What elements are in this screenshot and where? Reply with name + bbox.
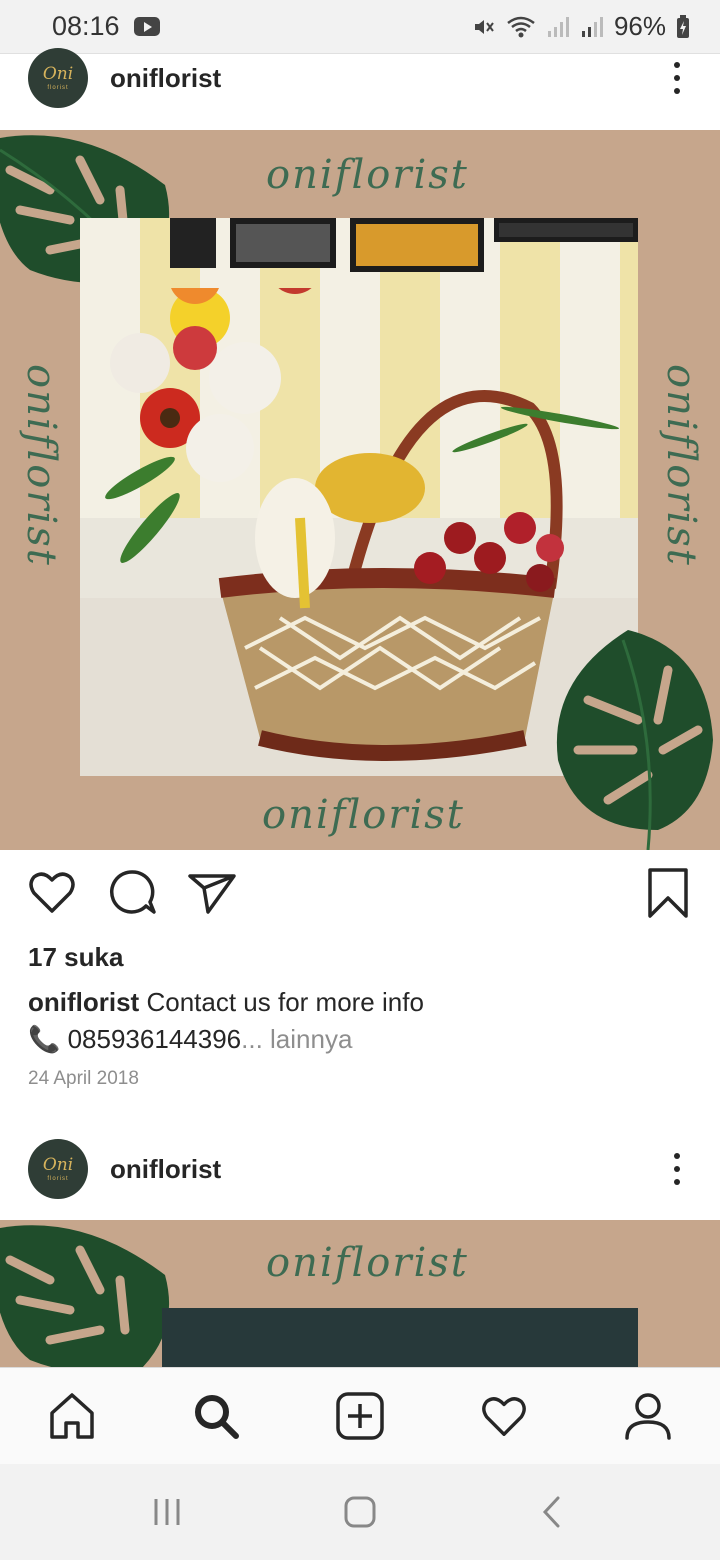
brand-watermark-top: oniflorist: [266, 1240, 469, 1286]
add-post-icon[interactable]: [330, 1386, 390, 1446]
send-icon[interactable]: [186, 866, 238, 918]
wifi-icon: [507, 16, 535, 37]
brand-watermark-top: oniflorist: [266, 152, 469, 198]
home-system-icon[interactable]: [343, 1495, 377, 1529]
post-header: Oni florist oniflorist: [0, 40, 720, 116]
status-time: 08:16: [52, 11, 120, 41]
profile-icon[interactable]: [618, 1386, 678, 1446]
caption-text: Contact us for more info: [146, 987, 424, 1017]
brand-watermark-left: oniflorist: [18, 364, 64, 567]
signal-icon-1: [547, 16, 569, 37]
caption-phone: 📞 085936144396: [28, 1024, 242, 1054]
brand-watermark-bottom: oniflorist: [262, 792, 465, 838]
more-vertical-icon[interactable]: [662, 1149, 692, 1189]
activity-heart-icon[interactable]: [474, 1386, 534, 1446]
bottom-nav: [0, 1367, 720, 1464]
bookmark-icon[interactable]: [644, 866, 692, 920]
post-date: 24 April 2018: [28, 1068, 139, 1089]
youtube-notification-icon: [133, 17, 160, 36]
recent-apps-icon[interactable]: [150, 1495, 184, 1529]
battery-percent: 96%: [613, 11, 666, 41]
post-username[interactable]: oniflorist: [110, 1154, 662, 1185]
product-photo: [162, 1308, 638, 1367]
post-header-2: Oni florist oniflorist: [0, 1131, 720, 1207]
signal-icon-2: [581, 16, 603, 37]
more-vertical-icon[interactable]: [662, 58, 692, 98]
brand-watermark-right: oniflorist: [658, 364, 704, 567]
battery-charging-icon: [677, 14, 689, 38]
home-icon[interactable]: [42, 1386, 102, 1446]
caption-username[interactable]: oniflorist: [28, 987, 139, 1017]
post-image-2[interactable]: oniflorist: [0, 1220, 720, 1367]
comment-icon[interactable]: [106, 866, 158, 918]
like-count[interactable]: 17 suka: [28, 942, 708, 973]
system-nav: [0, 1464, 720, 1560]
heart-icon[interactable]: [26, 866, 78, 918]
search-icon[interactable]: [186, 1386, 246, 1446]
avatar[interactable]: Oni florist: [28, 48, 88, 108]
post-username[interactable]: oniflorist: [110, 63, 662, 94]
post-actions: [0, 866, 720, 926]
avatar[interactable]: Oni florist: [28, 1139, 88, 1199]
back-icon[interactable]: [536, 1495, 570, 1529]
mute-icon: [474, 19, 494, 34]
post-image[interactable]: oniflorist oniflorist oniflorist oniflor…: [0, 130, 720, 850]
caption-more-link[interactable]: ... lainnya: [241, 1024, 352, 1054]
post-caption: oniflorist Contact us for more info 📞 08…: [28, 984, 708, 1058]
monstera-leaf-bottom-right: [556, 630, 713, 850]
